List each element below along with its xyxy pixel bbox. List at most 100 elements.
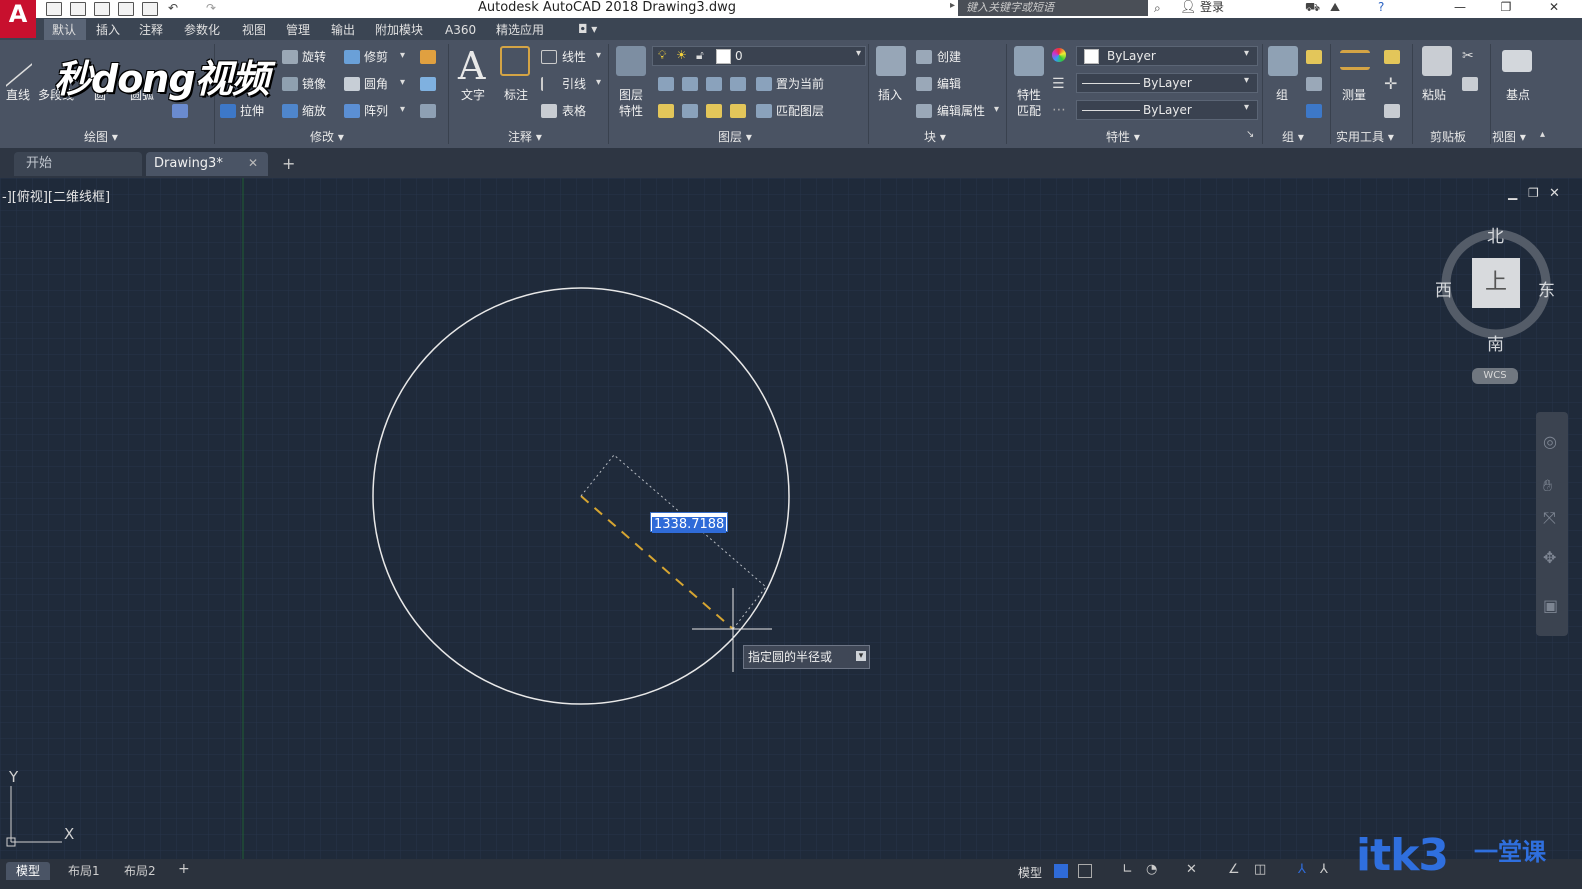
table-label[interactable]: 表格 [562, 104, 586, 118]
layer-color-swatch[interactable] [716, 49, 731, 64]
tab-default[interactable]: 默认 [52, 22, 76, 38]
insert-block-icon[interactable] [876, 46, 906, 76]
match-properties-label-2[interactable]: 匹配 [1017, 104, 1041, 118]
edit-block-icon[interactable] [916, 77, 932, 91]
isodraft-icon[interactable]: ✕ [1186, 862, 1197, 877]
layer-tool-icon[interactable] [658, 77, 674, 91]
tab-view[interactable]: 视图 [242, 22, 266, 38]
base-view-icon[interactable] [1502, 50, 1532, 72]
panel-title-utilities[interactable]: 实用工具 ▾ [1336, 128, 1394, 145]
ungroup-icon[interactable] [1306, 50, 1322, 64]
array-icon[interactable] [344, 104, 360, 118]
offset-icon[interactable] [420, 104, 436, 118]
match-layer-label[interactable]: 匹配图层 [776, 104, 824, 118]
zoom-extents-icon[interactable]: ⤧ [1543, 508, 1556, 528]
minimize-button[interactable]: — [1440, 0, 1480, 16]
chevron-right-icon[interactable]: ▸ [950, 0, 958, 16]
array-dropdown-icon[interactable]: ▾ [400, 104, 405, 115]
set-current-icon[interactable] [756, 77, 772, 91]
lineweight-dropdown-chevron-icon[interactable]: ▾ [1244, 102, 1249, 113]
panel-title-draw[interactable]: 绘图 ▾ [84, 128, 118, 145]
layout-tab-layout1[interactable]: 布局1 [58, 862, 110, 880]
tab-output[interactable]: 输出 [331, 22, 355, 38]
rotate-icon[interactable] [282, 50, 298, 64]
line-label[interactable]: 直线 [6, 88, 30, 102]
text-icon[interactable]: A [458, 44, 485, 88]
point-icon[interactable]: ✛ [1384, 74, 1397, 93]
color-dropdown[interactable]: ByLayer [1076, 46, 1258, 66]
annotation-visibility-icon[interactable]: ⅄ [1298, 862, 1306, 877]
create-block-icon[interactable] [916, 50, 932, 64]
linear-icon[interactable] [541, 50, 557, 64]
new-tab-icon[interactable]: + [282, 154, 295, 173]
erase-icon[interactable] [420, 50, 436, 64]
color-wheel-icon[interactable] [1052, 48, 1066, 62]
grid-display-icon[interactable] [1054, 864, 1068, 878]
layer-properties-label-2[interactable]: 特性 [619, 104, 643, 118]
object-snap-tracking-icon[interactable]: ∠ [1228, 862, 1240, 877]
drawing-canvas[interactable] [0, 178, 1582, 859]
leader-label[interactable]: 引线 [562, 77, 586, 91]
redo-icon[interactable]: ↷ [206, 2, 220, 14]
viewport-close-icon[interactable]: ✕ [1549, 186, 1560, 201]
group-selection-icon[interactable] [1306, 104, 1322, 118]
trim-icon[interactable] [344, 50, 360, 64]
array-label[interactable]: 阵列 [364, 104, 388, 118]
panel-title-groups[interactable]: 组 ▾ [1282, 128, 1304, 145]
panel-title-view[interactable]: 视图 ▾ [1492, 128, 1526, 145]
panel-title-block[interactable]: 块 ▾ [924, 128, 946, 145]
group-edit-icon[interactable] [1306, 77, 1322, 91]
leader-icon[interactable] [541, 77, 557, 91]
viewport-minimize-icon[interactable]: ▁ [1508, 186, 1517, 200]
fillet-dropdown-icon[interactable]: ▾ [400, 77, 405, 88]
cart-icon[interactable]: ⛟ [1305, 0, 1320, 16]
edit-attribute-label[interactable]: 编辑属性 [937, 104, 985, 118]
prompt-options-icon[interactable]: ▾ [856, 651, 866, 661]
rotate-label[interactable]: 旋转 [302, 50, 326, 64]
edit-attribute-dropdown-icon[interactable]: ▾ [994, 104, 999, 115]
compass-east[interactable]: 东 [1538, 276, 1555, 301]
ortho-mode-icon[interactable]: ∟ [1122, 862, 1133, 877]
fillet-label[interactable]: 圆角 [364, 77, 388, 91]
leader-dropdown-icon[interactable]: ▾ [596, 77, 601, 88]
layer-tool-icon[interactable] [730, 77, 746, 91]
pan-icon[interactable]: ✋︎ [1543, 476, 1552, 496]
quick-select-icon[interactable] [1384, 50, 1400, 64]
layer-dropdown-chevron-icon[interactable]: ▾ [856, 48, 861, 59]
measure-label[interactable]: 测量 [1342, 88, 1366, 102]
stretch-icon[interactable] [220, 104, 236, 118]
binoculars-icon[interactable]: ⌕ [1154, 1, 1161, 16]
dimension-icon[interactable] [500, 46, 530, 76]
panel-title-modify[interactable]: 修改 ▾ [310, 128, 344, 145]
layer-tool-icon[interactable] [658, 104, 674, 118]
compass-south[interactable]: 南 [1487, 330, 1504, 355]
linear-dropdown-icon[interactable]: ▾ [596, 50, 601, 61]
autocad-logo-icon[interactable]: A [0, 0, 36, 38]
annotation-scale-icon[interactable]: ⅄ [1320, 862, 1328, 877]
color-dropdown-chevron-icon[interactable]: ▾ [1244, 48, 1249, 59]
copy-clip-icon[interactable] [1462, 77, 1478, 91]
close-button[interactable]: ✕ [1534, 0, 1574, 16]
base-view-label[interactable]: 基点 [1506, 88, 1530, 102]
compass-north[interactable]: 北 [1487, 222, 1504, 247]
layer-tool-icon[interactable] [730, 104, 746, 118]
stretch-label[interactable]: 拉伸 [240, 104, 264, 118]
tab-featured-apps[interactable]: 精选应用 [496, 22, 544, 38]
undo-icon[interactable]: ↶ [168, 2, 182, 14]
login-link[interactable]: 登录 [1200, 0, 1224, 15]
cut-icon[interactable]: ✂ [1462, 48, 1474, 64]
tab-start[interactable]: 开始 [14, 152, 142, 176]
mirror-label[interactable]: 镜像 [302, 77, 326, 91]
layer-tool-icon[interactable] [682, 77, 698, 91]
dynamic-input-field[interactable]: 1338.7188 [650, 512, 728, 533]
match-properties-icon[interactable] [1014, 46, 1044, 76]
object-snap-icon[interactable]: ◫ [1254, 862, 1266, 877]
mirror-icon[interactable] [282, 77, 298, 91]
match-layer-icon[interactable] [756, 104, 772, 118]
search-input[interactable]: 键入关键字或短语 [958, 0, 1148, 16]
wcs-menu[interactable]: WCS [1472, 368, 1518, 384]
open-file-icon[interactable] [70, 2, 86, 16]
layer-on-icon[interactable]: 💡︎ [658, 48, 666, 63]
layout-tab-model[interactable]: 模型 [6, 862, 51, 880]
layer-properties-icon[interactable] [616, 46, 646, 76]
